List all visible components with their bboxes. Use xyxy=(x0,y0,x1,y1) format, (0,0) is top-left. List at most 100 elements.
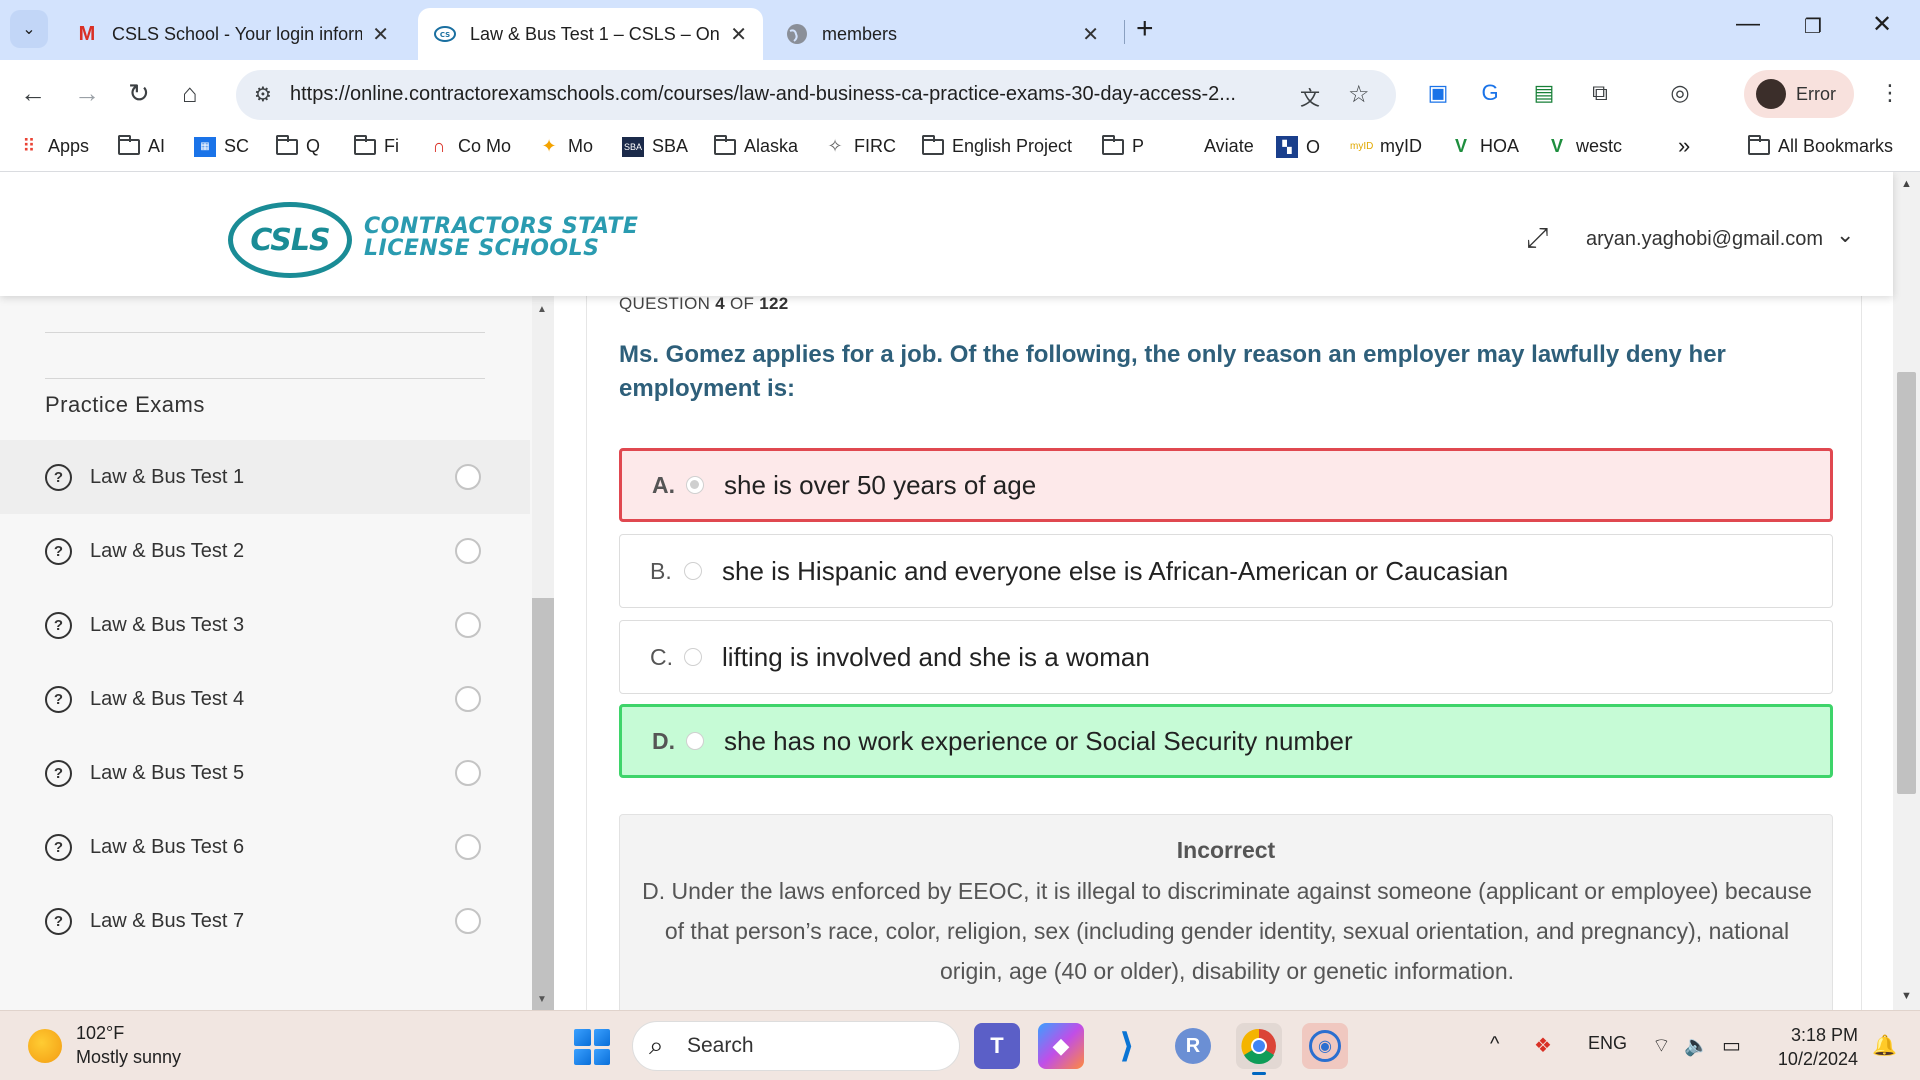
screen-recorder-icon[interactable]: ◉ xyxy=(1302,1023,1348,1069)
more-bookmarks-button[interactable]: » xyxy=(1678,133,1690,159)
close-tab-icon[interactable]: ✕ xyxy=(372,22,389,47)
weather-description[interactable]: Mostly sunny xyxy=(76,1047,181,1068)
chevron-down-icon[interactable]: ⌄ xyxy=(1836,222,1854,248)
screenshot-extension-icon[interactable]: ▣ xyxy=(1424,79,1452,107)
radio-selected-icon[interactable] xyxy=(686,476,704,494)
bookmark-aviate[interactable]: Aviate xyxy=(1204,136,1254,157)
taskbar-search[interactable]: ⌕ Search xyxy=(632,1021,960,1071)
page-scrollbar[interactable]: ▲ ▼ xyxy=(1893,172,1920,1010)
tab-search-button[interactable]: ⌄ xyxy=(10,10,48,48)
bookmark-firc[interactable]: ✧ FIRC xyxy=(824,136,896,157)
url-text[interactable]: https://online.contractorexamschools.com… xyxy=(290,83,1290,106)
extensions-puzzle-icon[interactable]: ⧉ xyxy=(1586,79,1614,107)
answer-feedback-box: Incorrect D. Under the laws enforced by … xyxy=(619,814,1833,1010)
bookmark-myid[interactable]: myID myID xyxy=(1350,136,1422,157)
sidebar-item-test-6[interactable]: ? Law & Bus Test 6 xyxy=(0,810,530,884)
csls-logo-icon[interactable]: CSLS xyxy=(228,202,352,278)
bookmark-mo[interactable]: ✦ Mo xyxy=(538,136,593,157)
site-logo-text[interactable]: CONTRACTORS STATE LICENSE SCHOOLS xyxy=(364,216,638,260)
windows-start-icon[interactable] xyxy=(574,1029,610,1065)
sidebar-item-test-4[interactable]: ? Law & Bus Test 4 xyxy=(0,662,530,736)
bookmark-hoa[interactable]: V HOA xyxy=(1450,136,1519,157)
bookmark-label: Apps xyxy=(48,136,90,156)
bookmark-ai[interactable]: AI xyxy=(118,134,165,157)
google-translate-extension-icon[interactable]: G xyxy=(1476,79,1504,107)
bookmark-sc[interactable]: ▦ SC xyxy=(194,136,249,157)
site-info-icon[interactable]: ⚙ xyxy=(254,82,272,107)
radio-icon[interactable] xyxy=(684,562,702,580)
green-extension-icon[interactable]: ▤ xyxy=(1530,79,1558,107)
all-bookmarks-button[interactable]: All Bookmarks xyxy=(1748,134,1893,157)
language-indicator[interactable]: ENG xyxy=(1588,1033,1627,1054)
volume-icon[interactable]: 🔈 xyxy=(1684,1033,1709,1058)
window-close-icon[interactable]: ✕ xyxy=(1872,10,1892,39)
scroll-down-arrow-icon[interactable]: ▼ xyxy=(537,994,547,1005)
scrollbar-thumb[interactable] xyxy=(1897,372,1916,794)
bookmark-star-icon[interactable]: ☆ xyxy=(1348,80,1370,109)
bookmark-alaska[interactable]: Alaska xyxy=(714,134,798,157)
tab-members[interactable]: members ✕ xyxy=(770,8,1115,60)
status-circle-icon xyxy=(455,538,481,564)
back-icon[interactable]: ← xyxy=(20,78,46,109)
question-circle-icon: ? xyxy=(45,833,72,861)
scroll-down-arrow-icon[interactable]: ▼ xyxy=(1901,990,1912,1002)
scrollbar-thumb[interactable] xyxy=(532,598,554,1010)
profile-button[interactable]: Error xyxy=(1744,70,1854,118)
chrome-icon[interactable] xyxy=(1236,1023,1282,1075)
copilot-icon[interactable]: ◆ xyxy=(1038,1023,1084,1069)
bookmark-english-project[interactable]: English Project xyxy=(922,134,1072,157)
scroll-up-arrow-icon[interactable]: ▲ xyxy=(537,304,547,315)
lens-icon[interactable]: ◎ xyxy=(1666,79,1694,107)
answer-option-b[interactable]: B. she is Hispanic and everyone else is … xyxy=(619,534,1833,608)
r-app-icon[interactable]: R xyxy=(1170,1023,1216,1069)
restore-icon[interactable]: ❐ xyxy=(1804,14,1822,39)
fullscreen-expand-icon[interactable]: ⤢ xyxy=(1526,222,1548,255)
divider xyxy=(45,332,485,333)
sidebar-scrollbar[interactable]: ▲ ▼ xyxy=(532,296,554,1010)
bookmark-fi[interactable]: Fi xyxy=(354,134,399,157)
new-tab-button[interactable]: + xyxy=(1136,12,1154,46)
teams-icon[interactable]: T xyxy=(974,1023,1020,1069)
notification-bell-icon[interactable]: 🔔 xyxy=(1872,1033,1897,1058)
bookmark-sba[interactable]: SBA SBA xyxy=(622,136,688,157)
weather-sun-icon[interactable] xyxy=(28,1029,62,1063)
sidebar-item-test-1[interactable]: ? Law & Bus Test 1 xyxy=(0,440,530,514)
bookmark-o[interactable]: ▚ O xyxy=(1276,136,1320,158)
show-hidden-icons-chevron-icon[interactable]: ^ xyxy=(1490,1033,1499,1056)
close-tab-icon[interactable]: ✕ xyxy=(1082,22,1099,47)
battery-icon[interactable]: ▭ xyxy=(1722,1033,1741,1058)
tab-law-bus-test[interactable]: CS Law & Bus Test 1 – CSLS – Onlir ✕ xyxy=(418,8,763,60)
menu-kebab-icon[interactable]: ⋮ xyxy=(1876,79,1904,107)
user-email[interactable]: aryan.yaghobi@gmail.com xyxy=(1586,228,1823,251)
answer-option-a[interactable]: A. she is over 50 years of age xyxy=(619,448,1833,522)
home-icon[interactable]: ⌂ xyxy=(182,78,198,109)
svg-text:CS: CS xyxy=(440,31,450,39)
scroll-up-arrow-icon[interactable]: ▲ xyxy=(1901,178,1912,190)
bookmark-apps[interactable]: ⠿ Apps xyxy=(18,136,89,157)
sidebar-item-test-5[interactable]: ? Law & Bus Test 5 xyxy=(0,736,530,810)
address-bar[interactable]: ⚙ https://online.contractorexamschools.c… xyxy=(236,70,1396,120)
system-clock[interactable]: 3:18 PM 10/2/2024 xyxy=(1766,1023,1858,1071)
answer-option-d[interactable]: D. she has no work experience or Social … xyxy=(619,704,1833,778)
translate-icon[interactable]: 文 xyxy=(1300,82,1320,111)
weather-temperature[interactable]: 102°F xyxy=(76,1023,124,1044)
answer-text: she is Hispanic and everyone else is Afr… xyxy=(722,555,1509,586)
minimize-icon[interactable]: — xyxy=(1736,10,1760,38)
tab-gmail[interactable]: M CSLS School - Your login inform ✕ xyxy=(60,8,405,60)
dropbox-notification-icon[interactable]: ❖ xyxy=(1534,1033,1552,1058)
sidebar-item-test-2[interactable]: ? Law & Bus Test 2 xyxy=(0,514,530,588)
bookmark-p[interactable]: P xyxy=(1102,134,1144,157)
answer-option-c[interactable]: C. lifting is involved and she is a woma… xyxy=(619,620,1833,694)
sidebar-item-test-7[interactable]: ? Law & Bus Test 7 xyxy=(0,884,530,958)
radio-icon[interactable] xyxy=(686,732,704,750)
vscode-icon[interactable]: ⟩ xyxy=(1104,1023,1150,1069)
bookmark-co-mo[interactable]: ∩ Co Mo xyxy=(428,136,512,157)
bookmark-q[interactable]: Q xyxy=(276,134,320,157)
reload-icon[interactable]: ↻ xyxy=(128,78,150,109)
radio-icon[interactable] xyxy=(684,648,702,666)
forward-icon[interactable]: → xyxy=(74,78,100,109)
bookmark-westc[interactable]: V westc xyxy=(1546,136,1622,157)
sidebar-item-test-3[interactable]: ? Law & Bus Test 3 xyxy=(0,588,530,662)
wifi-icon[interactable]: ⌔ xyxy=(1652,1033,1671,1058)
close-tab-icon[interactable]: ✕ xyxy=(730,22,747,47)
